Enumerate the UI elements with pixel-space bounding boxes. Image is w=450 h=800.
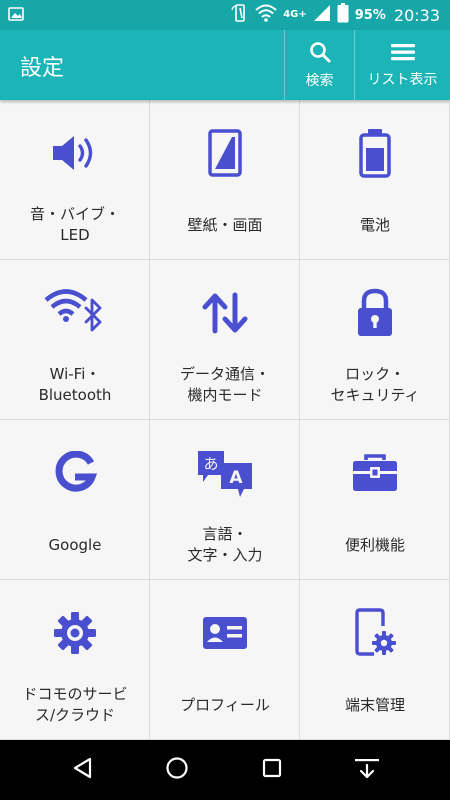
wifi-status-icon — [255, 4, 277, 26]
volume-icon — [0, 128, 150, 178]
signal-strength-icon — [313, 4, 331, 26]
tile-profile[interactable]: プロフィール — [150, 580, 300, 740]
gear-icon — [0, 608, 150, 658]
toolbox-icon — [300, 448, 450, 498]
clock: 20:33 — [393, 5, 440, 25]
tile-battery[interactable]: 電池 — [300, 100, 450, 260]
tile-label: ドコモのサービ ス/クラウド — [22, 685, 128, 724]
profile-card-icon — [150, 608, 300, 658]
tile-label: 音・バイブ・ LED — [29, 205, 120, 244]
search-button[interactable]: 検索 — [284, 30, 354, 100]
settings-grid: 音・バイブ・ LED 壁紙・画面 電池 Wi-Fi・ Bluetooth データ… — [0, 100, 450, 740]
battery-icon — [300, 128, 450, 178]
wallpaper-icon — [150, 128, 300, 178]
tile-useful-features[interactable]: 便利機能 — [300, 420, 450, 580]
tile-label: ロック・ セキュリティ — [330, 365, 420, 404]
wifi-bluetooth-icon — [0, 288, 150, 338]
navigation-bar — [0, 740, 450, 800]
device-settings-icon — [300, 608, 450, 658]
home-button[interactable] — [157, 752, 197, 788]
tile-label: プロフィール — [180, 695, 270, 714]
page-title: 設定 — [20, 56, 65, 81]
tile-label: 言語・ 文字・入力 — [187, 525, 263, 564]
google-icon — [0, 448, 150, 498]
tile-lock-security[interactable]: ロック・ セキュリティ — [300, 260, 450, 420]
gallery-notification-icon — [8, 6, 24, 26]
tile-label: 電池 — [359, 215, 390, 234]
tile-wallpaper-display[interactable]: 壁紙・画面 — [150, 100, 300, 260]
tile-data-airplane[interactable]: データ通信・ 機内モード — [150, 260, 300, 420]
tile-language-input[interactable]: あA 言語・ 文字・入力 — [150, 420, 300, 580]
language-icon: あA — [150, 448, 300, 498]
tile-label: Google — [48, 535, 102, 554]
data-transfer-icon — [150, 288, 300, 338]
list-view-button[interactable]: リスト表示 — [354, 30, 450, 100]
pulldown-arrow-icon — [353, 756, 381, 784]
back-triangle-icon — [71, 756, 93, 784]
home-circle-icon — [165, 756, 189, 784]
tile-wifi-bluetooth[interactable]: Wi-Fi・ Bluetooth — [0, 260, 150, 420]
notification-pulldown-button[interactable] — [347, 752, 387, 788]
status-bar: 4G+ 95% 20:33 — [0, 0, 450, 30]
tile-device-management[interactable]: 端末管理 — [300, 580, 450, 740]
screen-rotation-icon — [231, 4, 249, 26]
tile-label: 壁紙・画面 — [187, 215, 263, 234]
app-bar: 設定 検索 リスト表示 — [0, 30, 450, 100]
tile-google[interactable]: Google — [0, 420, 150, 580]
list-view-label: リスト表示 — [367, 71, 438, 88]
list-menu-icon — [390, 42, 416, 66]
tile-label: 便利機能 — [344, 535, 405, 554]
tile-label: Wi-Fi・ Bluetooth — [38, 365, 112, 404]
recent-apps-button[interactable] — [252, 752, 292, 788]
tile-label: データ通信・ 機内モード — [179, 365, 270, 404]
battery-percent: 95% — [354, 7, 386, 23]
tile-sound[interactable]: 音・バイブ・ LED — [0, 100, 150, 260]
svg-text:あ: あ — [203, 455, 218, 473]
battery-status-icon — [337, 3, 349, 27]
svg-text:A: A — [229, 468, 243, 488]
lock-icon — [300, 288, 450, 338]
recent-apps-square-icon — [262, 758, 282, 782]
tile-docomo-services[interactable]: ドコモのサービ ス/クラウド — [0, 580, 150, 740]
search-icon — [309, 41, 331, 67]
search-label: 検索 — [305, 72, 334, 89]
network-type-label: 4G+ — [283, 9, 307, 20]
tile-label: 端末管理 — [344, 695, 405, 714]
back-button[interactable] — [62, 752, 102, 788]
